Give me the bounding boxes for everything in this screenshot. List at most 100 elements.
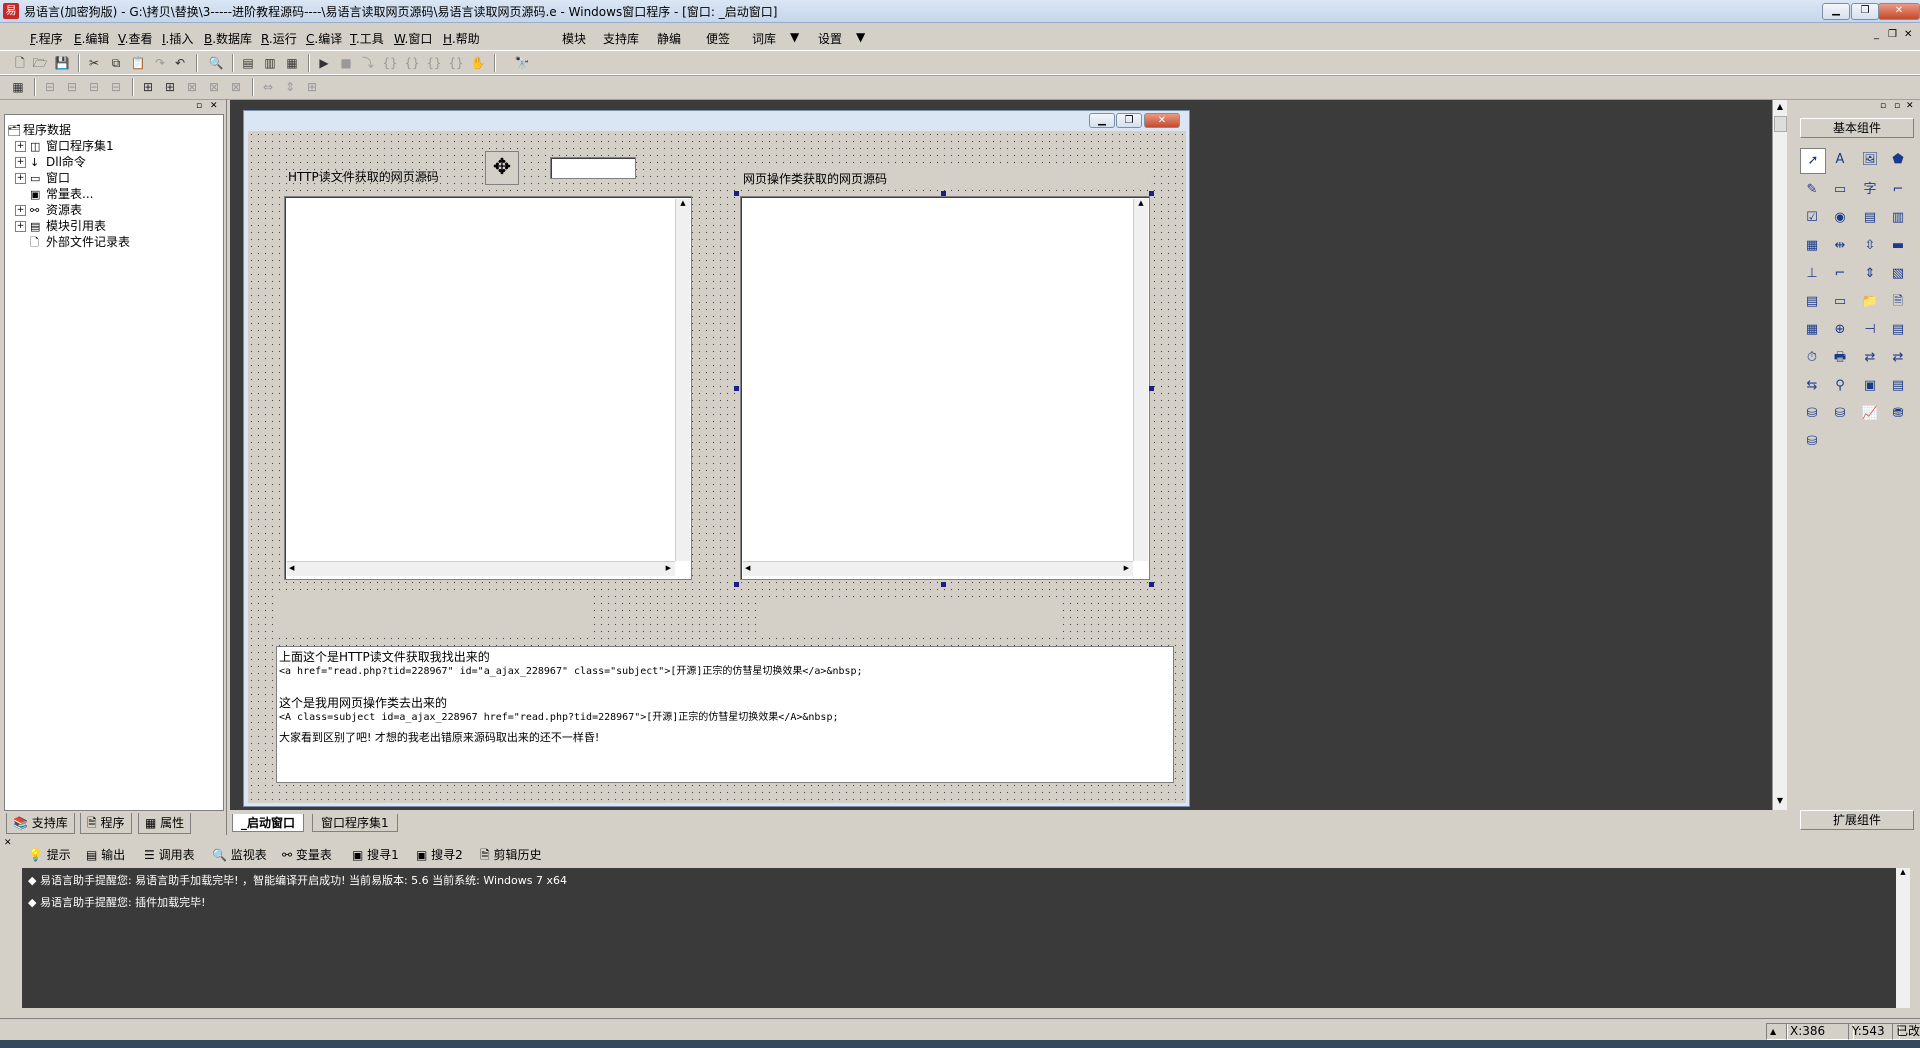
center-horizontal-icon[interactable]: ⊞: [140, 79, 156, 95]
align-left-icon[interactable]: ⊟: [42, 79, 58, 95]
panel-close-icon[interactable]: ✕: [4, 838, 12, 848]
tab-search2[interactable]: ▣ 搜寻2: [416, 846, 463, 863]
selection-handle[interactable]: [734, 582, 739, 587]
combobox-tool-icon[interactable]: ▤: [1858, 206, 1882, 230]
extended-components-header[interactable]: 扩展组件: [1800, 810, 1914, 830]
menu-view[interactable]: V.查看: [118, 30, 153, 47]
tab-tool-icon[interactable]: ⌐: [1828, 262, 1852, 286]
same-both-icon[interactable]: ⊞: [304, 79, 320, 95]
timer-tool-icon[interactable]: ⏱: [1800, 346, 1824, 370]
toolbar-tool-icon[interactable]: ▤: [1886, 374, 1910, 398]
db-provider-tool-icon[interactable]: ⛁: [1828, 402, 1852, 426]
menu-program[interactable]: F.程序: [30, 30, 63, 47]
layout1-icon[interactable]: ▤: [240, 55, 256, 71]
grid-tool-icon[interactable]: ▦: [1800, 234, 1824, 258]
web-source-editbox[interactable]: ▲ ◀ ▶: [740, 196, 1150, 580]
mdi-close-icon[interactable]: ✕: [1904, 29, 1912, 40]
form-restore-icon[interactable]: ❐: [1116, 113, 1142, 128]
form-minimize-icon[interactable]: ▁: [1089, 113, 1115, 128]
layout3-icon[interactable]: ▦: [284, 55, 300, 71]
tab-start-window[interactable]: _启动窗口: [232, 814, 305, 832]
tab-properties[interactable]: ▦ 属性: [138, 813, 192, 834]
button-tool-icon[interactable]: ▭: [1828, 290, 1852, 314]
notes-editbox[interactable]: 上面这个是HTTP读文件获取我找出来的 <a href="read.php?ti…: [276, 646, 1174, 783]
line-tool-icon[interactable]: ⌐: [1886, 178, 1910, 202]
pointer-tool-icon[interactable]: ➚: [1800, 148, 1826, 174]
panel-tool-icon[interactable]: ▭: [1828, 178, 1852, 202]
tree-item-window-set[interactable]: + ◫ 窗口程序集1: [15, 137, 114, 154]
printer-tool-icon[interactable]: 🖶: [1828, 346, 1852, 370]
mdi-minimize-icon[interactable]: _: [1874, 29, 1879, 40]
label-tool-icon[interactable]: A: [1828, 148, 1852, 172]
binoculars-icon[interactable]: 🔭: [514, 55, 530, 71]
selection-handle[interactable]: [1149, 191, 1154, 196]
open-folder-icon[interactable]: 🗁: [32, 55, 48, 71]
panel-close-icon[interactable]: ▫: [1894, 101, 1900, 111]
window-tool-icon[interactable]: ▣: [1858, 374, 1882, 398]
stop-icon[interactable]: ■: [338, 55, 354, 71]
slider-tool-icon[interactable]: ⊥: [1800, 262, 1824, 286]
selection-handle[interactable]: [1149, 582, 1154, 587]
status-tool-icon[interactable]: ▤: [1886, 318, 1910, 342]
button-left[interactable]: [278, 590, 592, 634]
panel-pin-icon[interactable]: ▫: [1880, 101, 1886, 111]
tree-item-resources[interactable]: + ⚯ 资源表: [15, 201, 82, 218]
progress-tool-icon[interactable]: ▬: [1886, 234, 1910, 258]
hscrollbar[interactable]: ◀ ▶: [287, 561, 675, 576]
layout2-icon[interactable]: ▥: [262, 55, 278, 71]
tab-search1[interactable]: ▣ 搜寻1: [352, 846, 399, 863]
shape-tool-icon[interactable]: ⬟: [1886, 148, 1910, 172]
vscrollbar[interactable]: ▲: [675, 199, 690, 561]
undo-icon[interactable]: ↶: [172, 55, 188, 71]
odbc-db-tool-icon[interactable]: ⛁: [1800, 430, 1824, 454]
tab-support-lib[interactable]: 📚 支持库: [6, 813, 75, 834]
client-tool-icon[interactable]: ⇄: [1886, 346, 1910, 370]
app-icon[interactable]: 易: [3, 3, 19, 19]
align-bottom-icon[interactable]: ⊟: [108, 79, 124, 95]
picture-tool-icon[interactable]: 🖼: [1858, 148, 1882, 172]
save-icon[interactable]: 💾: [54, 55, 70, 71]
tab-clip-history[interactable]: 🗎 剪辑历史: [480, 846, 542, 867]
form-close-icon[interactable]: ✕: [1144, 113, 1180, 128]
checkbox-tool-icon[interactable]: ☑: [1800, 206, 1824, 230]
same-height-icon[interactable]: ⇕: [282, 79, 298, 95]
folder-tool-icon[interactable]: 📁: [1858, 290, 1882, 314]
tab-call-stack[interactable]: ☰ 调用表: [144, 846, 195, 863]
redo-icon[interactable]: ↷: [152, 55, 168, 71]
step-over-icon[interactable]: {}: [426, 55, 442, 71]
mdi-restore-icon[interactable]: ❐: [1888, 29, 1897, 40]
menu-database[interactable]: B.数据库: [204, 30, 252, 47]
move-handle-icon[interactable]: ✥: [485, 151, 519, 185]
url-input[interactable]: [550, 157, 636, 179]
step-into-icon[interactable]: {}: [382, 55, 398, 71]
center-vertical-icon[interactable]: ⊞: [162, 79, 178, 95]
network-tool-icon[interactable]: ⊕: [1828, 318, 1852, 342]
same-width-icon[interactable]: ⇔: [260, 79, 276, 95]
selection-handle[interactable]: [941, 191, 946, 196]
file-tool-icon[interactable]: 🗎: [1886, 290, 1910, 314]
tree-item-window[interactable]: + ▭ 窗口: [15, 169, 70, 186]
output-vscrollbar[interactable]: ▲: [1896, 868, 1910, 1008]
tree-item-external-files[interactable]: +🗋外部文件记录表: [15, 233, 130, 253]
selection-handle[interactable]: [734, 386, 739, 391]
space-vertical-icon[interactable]: ⊠: [206, 79, 222, 95]
http-source-editbox[interactable]: ▲ ◀ ▶: [284, 196, 692, 580]
selection-handle[interactable]: [941, 582, 946, 587]
cut-icon[interactable]: ✂: [86, 55, 102, 71]
chart-tool-icon[interactable]: 📈: [1858, 402, 1882, 426]
menu-settings[interactable]: 设置: [818, 30, 842, 47]
panel-close-icon[interactable]: ✕: [210, 101, 218, 111]
tree-item-dll[interactable]: + ↓ Dll命令: [15, 153, 86, 170]
tree-root[interactable]: 🗂 程序数据: [7, 121, 71, 138]
table-tool-icon[interactable]: ▤: [1800, 290, 1824, 314]
menu-support-lib[interactable]: 支持库: [603, 30, 639, 47]
calendar-tool-icon[interactable]: ▧: [1886, 262, 1910, 286]
new-file-icon[interactable]: 🗋: [12, 55, 28, 71]
menu-run[interactable]: R.运行: [261, 30, 297, 47]
dropdown-arrow-icon[interactable]: ▼: [856, 30, 865, 44]
db-tool-icon[interactable]: ⛁: [1800, 402, 1824, 426]
dropdown-arrow-icon[interactable]: ▼: [790, 30, 799, 44]
panel-close-icon[interactable]: ✕: [1906, 101, 1914, 111]
paste-icon[interactable]: 📋: [130, 55, 146, 71]
tree-item-constants[interactable]: +▣常量表...: [15, 185, 93, 202]
